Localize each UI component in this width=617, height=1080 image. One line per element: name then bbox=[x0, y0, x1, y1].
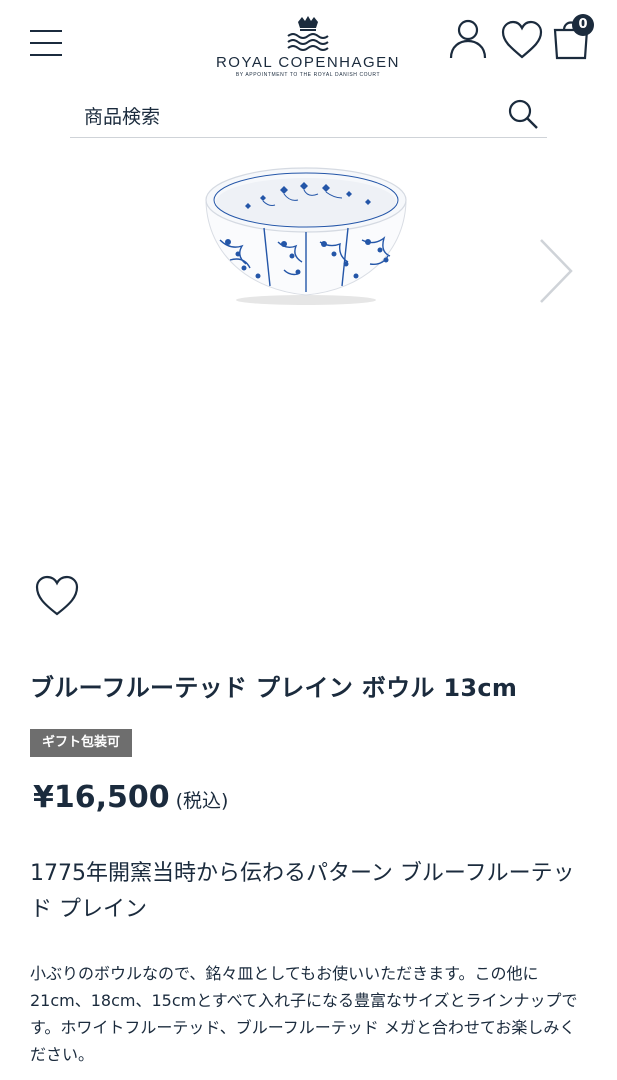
product-description: 小ぶりのボウルなので、銘々皿としてもお使いいただきます。この他に21cm、18c… bbox=[30, 964, 578, 1064]
product-image-gallery[interactable] bbox=[0, 140, 617, 550]
search-input[interactable]: 商品検索 bbox=[84, 102, 160, 129]
menu-icon[interactable] bbox=[30, 28, 64, 58]
search-icon[interactable] bbox=[507, 98, 539, 130]
gift-wrap-badge: ギフト包装可 bbox=[30, 729, 133, 757]
product-title: ブルーフルーテッド プレイン ボウル 13cm bbox=[30, 674, 518, 702]
heart-icon[interactable] bbox=[500, 20, 544, 60]
cart-count-badge[interactable]: 0 bbox=[572, 14, 594, 36]
product-subtitle: 1775年開窯当時から伝わるパターン ブルーフルーテッド プレイン bbox=[30, 861, 575, 922]
site-header: ROYAL COPENHAGEN BY APPOINTMENT TO THE R… bbox=[0, 0, 617, 90]
search-bar[interactable]: 商品検索 bbox=[70, 90, 547, 138]
add-to-wishlist-heart-icon[interactable] bbox=[33, 574, 81, 618]
price-row: ¥16,500 (税込) bbox=[33, 780, 228, 815]
product-price: ¥16,500 bbox=[33, 780, 170, 815]
crown-icon bbox=[287, 16, 329, 51]
next-image-arrow-icon[interactable] bbox=[533, 236, 577, 306]
product-image bbox=[205, 167, 407, 305]
tax-note: (税込) bbox=[175, 790, 229, 812]
user-icon[interactable] bbox=[448, 18, 488, 60]
logo-subtitle: BY APPOINTMENT TO THE ROYAL DANISH COURT bbox=[235, 72, 381, 78]
brand-logo[interactable]: ROYAL COPENHAGEN BY APPOINTMENT TO THE R… bbox=[205, 14, 411, 80]
logo-name: ROYAL COPENHAGEN bbox=[215, 54, 401, 71]
